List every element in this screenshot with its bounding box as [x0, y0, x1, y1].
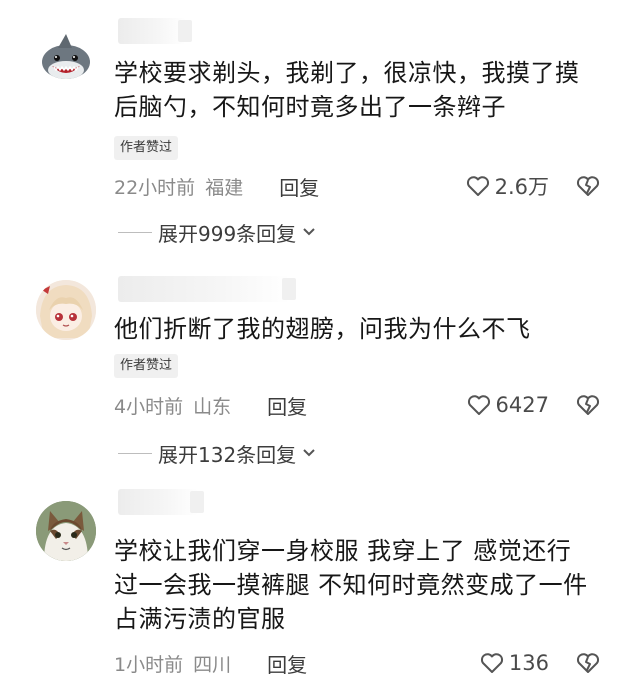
reply-button[interactable]: 回复 — [267, 649, 307, 678]
comment-meta: 4小时前 山东 回复 6427 — [114, 390, 601, 420]
dislike-button[interactable] — [575, 394, 601, 416]
broken-heart-icon — [576, 653, 600, 673]
comment-item: 他们折断了我的翅膀，问我为什么不飞 作者赞过 4小时前 山东 回复 6427 展… — [0, 250, 635, 475]
reply-button[interactable]: 回复 — [279, 172, 319, 201]
chevron-down-icon — [303, 449, 315, 457]
broken-heart-icon — [576, 176, 600, 196]
like-count: 2.6万 — [494, 175, 549, 199]
like-button[interactable]: 136 — [480, 651, 549, 675]
dislike-button[interactable] — [575, 652, 601, 674]
cat-avatar[interactable] — [36, 501, 96, 561]
dislike-button[interactable] — [575, 175, 601, 197]
comment-text: 他们折断了我的翅膀，问我为什么不飞 — [114, 315, 531, 343]
expand-replies-button[interactable]: 展开132条回复 — [118, 438, 316, 468]
comment-item: 学校要求剃头，我剃了，很凉快，我摸了摸后脑勺，不知何时竟多出了一条辫子 作者赞过… — [0, 0, 635, 250]
expand-replies-label: 展开999条回复 — [158, 221, 297, 246]
username-redacted — [118, 18, 192, 44]
shark-avatar[interactable] — [36, 30, 96, 90]
anime-girl-avatar[interactable] — [36, 280, 96, 340]
author-liked-badge: 作者赞过 — [114, 354, 179, 378]
like-count: 136 — [508, 651, 549, 675]
comment-text: 学校让我们穿一身校服 我穿上了 感觉还行 过一会我一摸裤腿 不知何时竟然变成了一… — [114, 537, 588, 633]
author-liked-badge: 作者赞过 — [114, 136, 179, 160]
like-button[interactable]: 2.6万 — [466, 171, 549, 201]
comment-region: 福建 — [205, 176, 244, 199]
broken-heart-icon — [576, 395, 600, 415]
like-count: 6427 — [495, 393, 549, 417]
comment-item: 学校让我们穿一身校服 我穿上了 感觉还行 过一会我一摸裤腿 不知何时竟然变成了一… — [0, 475, 635, 680]
reply-button[interactable]: 回复 — [267, 391, 307, 420]
comment-time: 22小时前 — [114, 176, 196, 199]
comment-text: 学校要求剃头，我剃了，很凉快，我摸了摸后脑勺，不知何时竟多出了一条辫子 — [114, 59, 580, 121]
heart-outline-icon — [480, 653, 503, 673]
comment-meta: 22小时前 福建 回复 2.6万 — [114, 171, 601, 201]
chevron-down-icon — [303, 228, 315, 236]
username-redacted — [118, 276, 296, 302]
heart-outline-icon — [466, 176, 489, 196]
comment-meta: 1小时前 四川 回复 136 — [114, 648, 601, 678]
expand-replies-label: 展开132条回复 — [158, 442, 297, 467]
comment-region: 四川 — [193, 653, 232, 676]
heart-outline-icon — [467, 395, 490, 415]
expand-replies-button[interactable]: 展开999条回复 — [118, 217, 316, 247]
like-button[interactable]: 6427 — [467, 393, 549, 417]
username-redacted — [118, 489, 204, 515]
comment-time: 4小时前 — [114, 395, 184, 418]
comment-time: 1小时前 — [114, 653, 184, 676]
comment-region: 山东 — [193, 395, 232, 418]
